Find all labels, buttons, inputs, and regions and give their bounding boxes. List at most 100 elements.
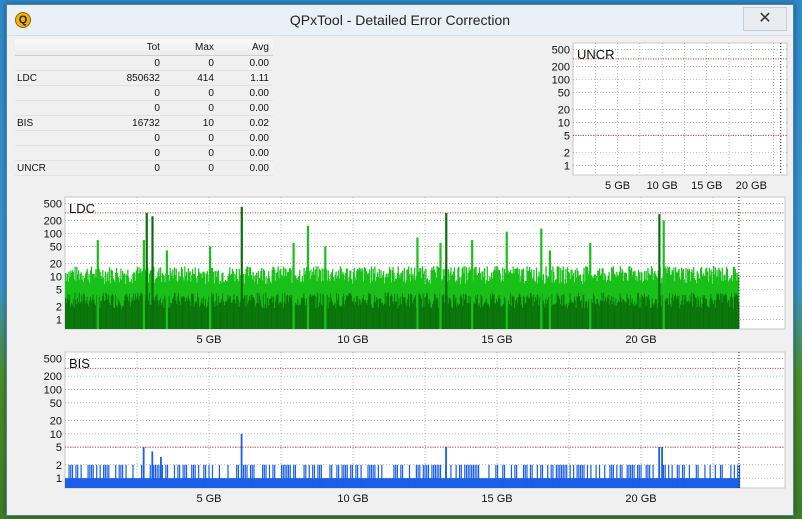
bis-bar — [460, 464, 462, 488]
stats-cell-max: 0 — [163, 145, 218, 161]
stats-cell-max: 0 — [163, 130, 218, 146]
bis-bar — [308, 464, 310, 488]
bis-bar — [132, 464, 134, 488]
bis-bar — [244, 464, 246, 488]
bis-bar — [90, 464, 93, 488]
bis-bar — [562, 464, 564, 488]
ldc-spike — [471, 240, 474, 329]
bis-bar — [185, 464, 188, 488]
bis-y-tick-label: 10 — [50, 429, 62, 441]
stats-cell-label — [15, 145, 81, 161]
stats-cell-avg: 1.11 — [217, 70, 273, 86]
bis-bar — [355, 464, 357, 488]
uncr-plot-area — [572, 42, 788, 176]
bis-bar — [191, 464, 193, 488]
bis-bar — [455, 464, 457, 488]
bis-bar — [569, 464, 571, 488]
bis-bar — [179, 464, 181, 488]
bis-x-tick-label: 5 GB — [196, 493, 221, 505]
bis-bar — [70, 464, 72, 488]
bis-bar — [676, 464, 678, 488]
bis-bar — [557, 464, 559, 488]
bis-bar — [590, 464, 592, 488]
uncr-x-tick-label: 20 GB — [736, 180, 767, 192]
bis-bar — [194, 464, 196, 488]
bis-bar — [253, 464, 255, 488]
bis-bar — [357, 464, 359, 488]
bis-bar — [621, 464, 623, 488]
bis-bar — [422, 464, 424, 488]
bis-bar — [436, 464, 438, 488]
title-bar[interactable]: Q QPxTool - Detailed Error Correction ✕ — [7, 5, 793, 36]
stats-cell-label: BIS — [15, 115, 81, 131]
bis-bar — [313, 464, 316, 488]
stats-cell-max: 0 — [163, 85, 218, 101]
uncr-chart: 5002001005020105215 GB 10 GB 15 GB 20 GBUNC… — [552, 42, 788, 192]
uncr-x-tick-label: 15 GB — [691, 180, 722, 192]
ldc-spike — [165, 250, 168, 329]
bis-spike — [658, 447, 661, 488]
bis-bar — [536, 464, 538, 488]
bis-bar — [524, 464, 526, 488]
ldc-spike — [589, 242, 592, 329]
bis-bar — [294, 464, 297, 488]
bis-bar — [263, 464, 265, 488]
stats-header-label — [15, 39, 81, 56]
stats-cell-label — [15, 100, 81, 116]
bis-bar — [431, 464, 433, 488]
bis-bar — [636, 464, 639, 488]
stats-cell-tot: 0 — [81, 130, 164, 146]
bis-bar — [165, 464, 167, 488]
bis-bar — [652, 464, 654, 488]
bis-x-tick-label: 15 GB — [481, 493, 512, 505]
bis-bar — [647, 464, 649, 488]
bis-bar — [242, 464, 245, 488]
bis-bar — [261, 464, 264, 488]
window-title: QPxTool - Detailed Error Correction — [289, 12, 511, 28]
bis-bar — [433, 464, 435, 488]
bis-bar — [628, 464, 630, 488]
stats-cell-max: 0 — [163, 100, 218, 116]
bis-spike — [142, 447, 145, 488]
bis-bar — [400, 464, 402, 488]
stats-cell-tot: 0 — [81, 100, 164, 116]
stats-header-avg: Avg — [251, 41, 269, 53]
bis-bar — [526, 464, 528, 488]
bis-bar — [305, 464, 307, 488]
bis-bar — [502, 464, 504, 488]
bis-bar — [497, 464, 499, 488]
bis-bar — [550, 464, 552, 488]
bis-bar — [320, 464, 322, 488]
bis-y-tick-label: 50 — [50, 398, 62, 410]
qpxtool-window: Q QPxTool - Detailed Error Correction ✕ … — [6, 4, 794, 516]
bis-bar — [198, 464, 200, 488]
stats-cell-avg: 0.02 — [217, 115, 273, 131]
stats-row: 0 0 0.00 — [15, 100, 273, 116]
bis-bar — [287, 464, 290, 488]
bis-spike — [661, 447, 663, 488]
bis-bar — [401, 464, 404, 488]
close-button[interactable]: ✕ — [743, 7, 787, 31]
stats-cell-avg: 0.00 — [217, 145, 273, 161]
stats-header-row: Tot Max Avg — [15, 39, 273, 56]
bis-bar — [370, 464, 373, 488]
bis-bar — [89, 464, 91, 488]
bis-bar — [476, 464, 478, 488]
bis-chart: 5002001005020105215 GB 10 GB 15 GB 20 GBBIS — [44, 351, 786, 505]
bis-bar — [714, 464, 716, 488]
bis-bar — [149, 464, 151, 488]
bis-bar — [289, 464, 291, 488]
bis-bar — [664, 464, 666, 488]
bis-bar — [439, 464, 442, 488]
bis-y-tick-label: 1 — [56, 473, 62, 485]
bis-bar — [282, 464, 284, 488]
bis-bar — [125, 464, 127, 488]
uncr-y-tick-label: 200 — [552, 61, 570, 73]
ldc-spike — [540, 228, 543, 329]
bis-bar — [529, 464, 532, 488]
bis-bar — [80, 464, 82, 488]
bis-bar — [118, 464, 120, 488]
bis-bar — [426, 464, 428, 488]
bis-bar — [218, 464, 220, 488]
bis-bar — [351, 464, 354, 488]
